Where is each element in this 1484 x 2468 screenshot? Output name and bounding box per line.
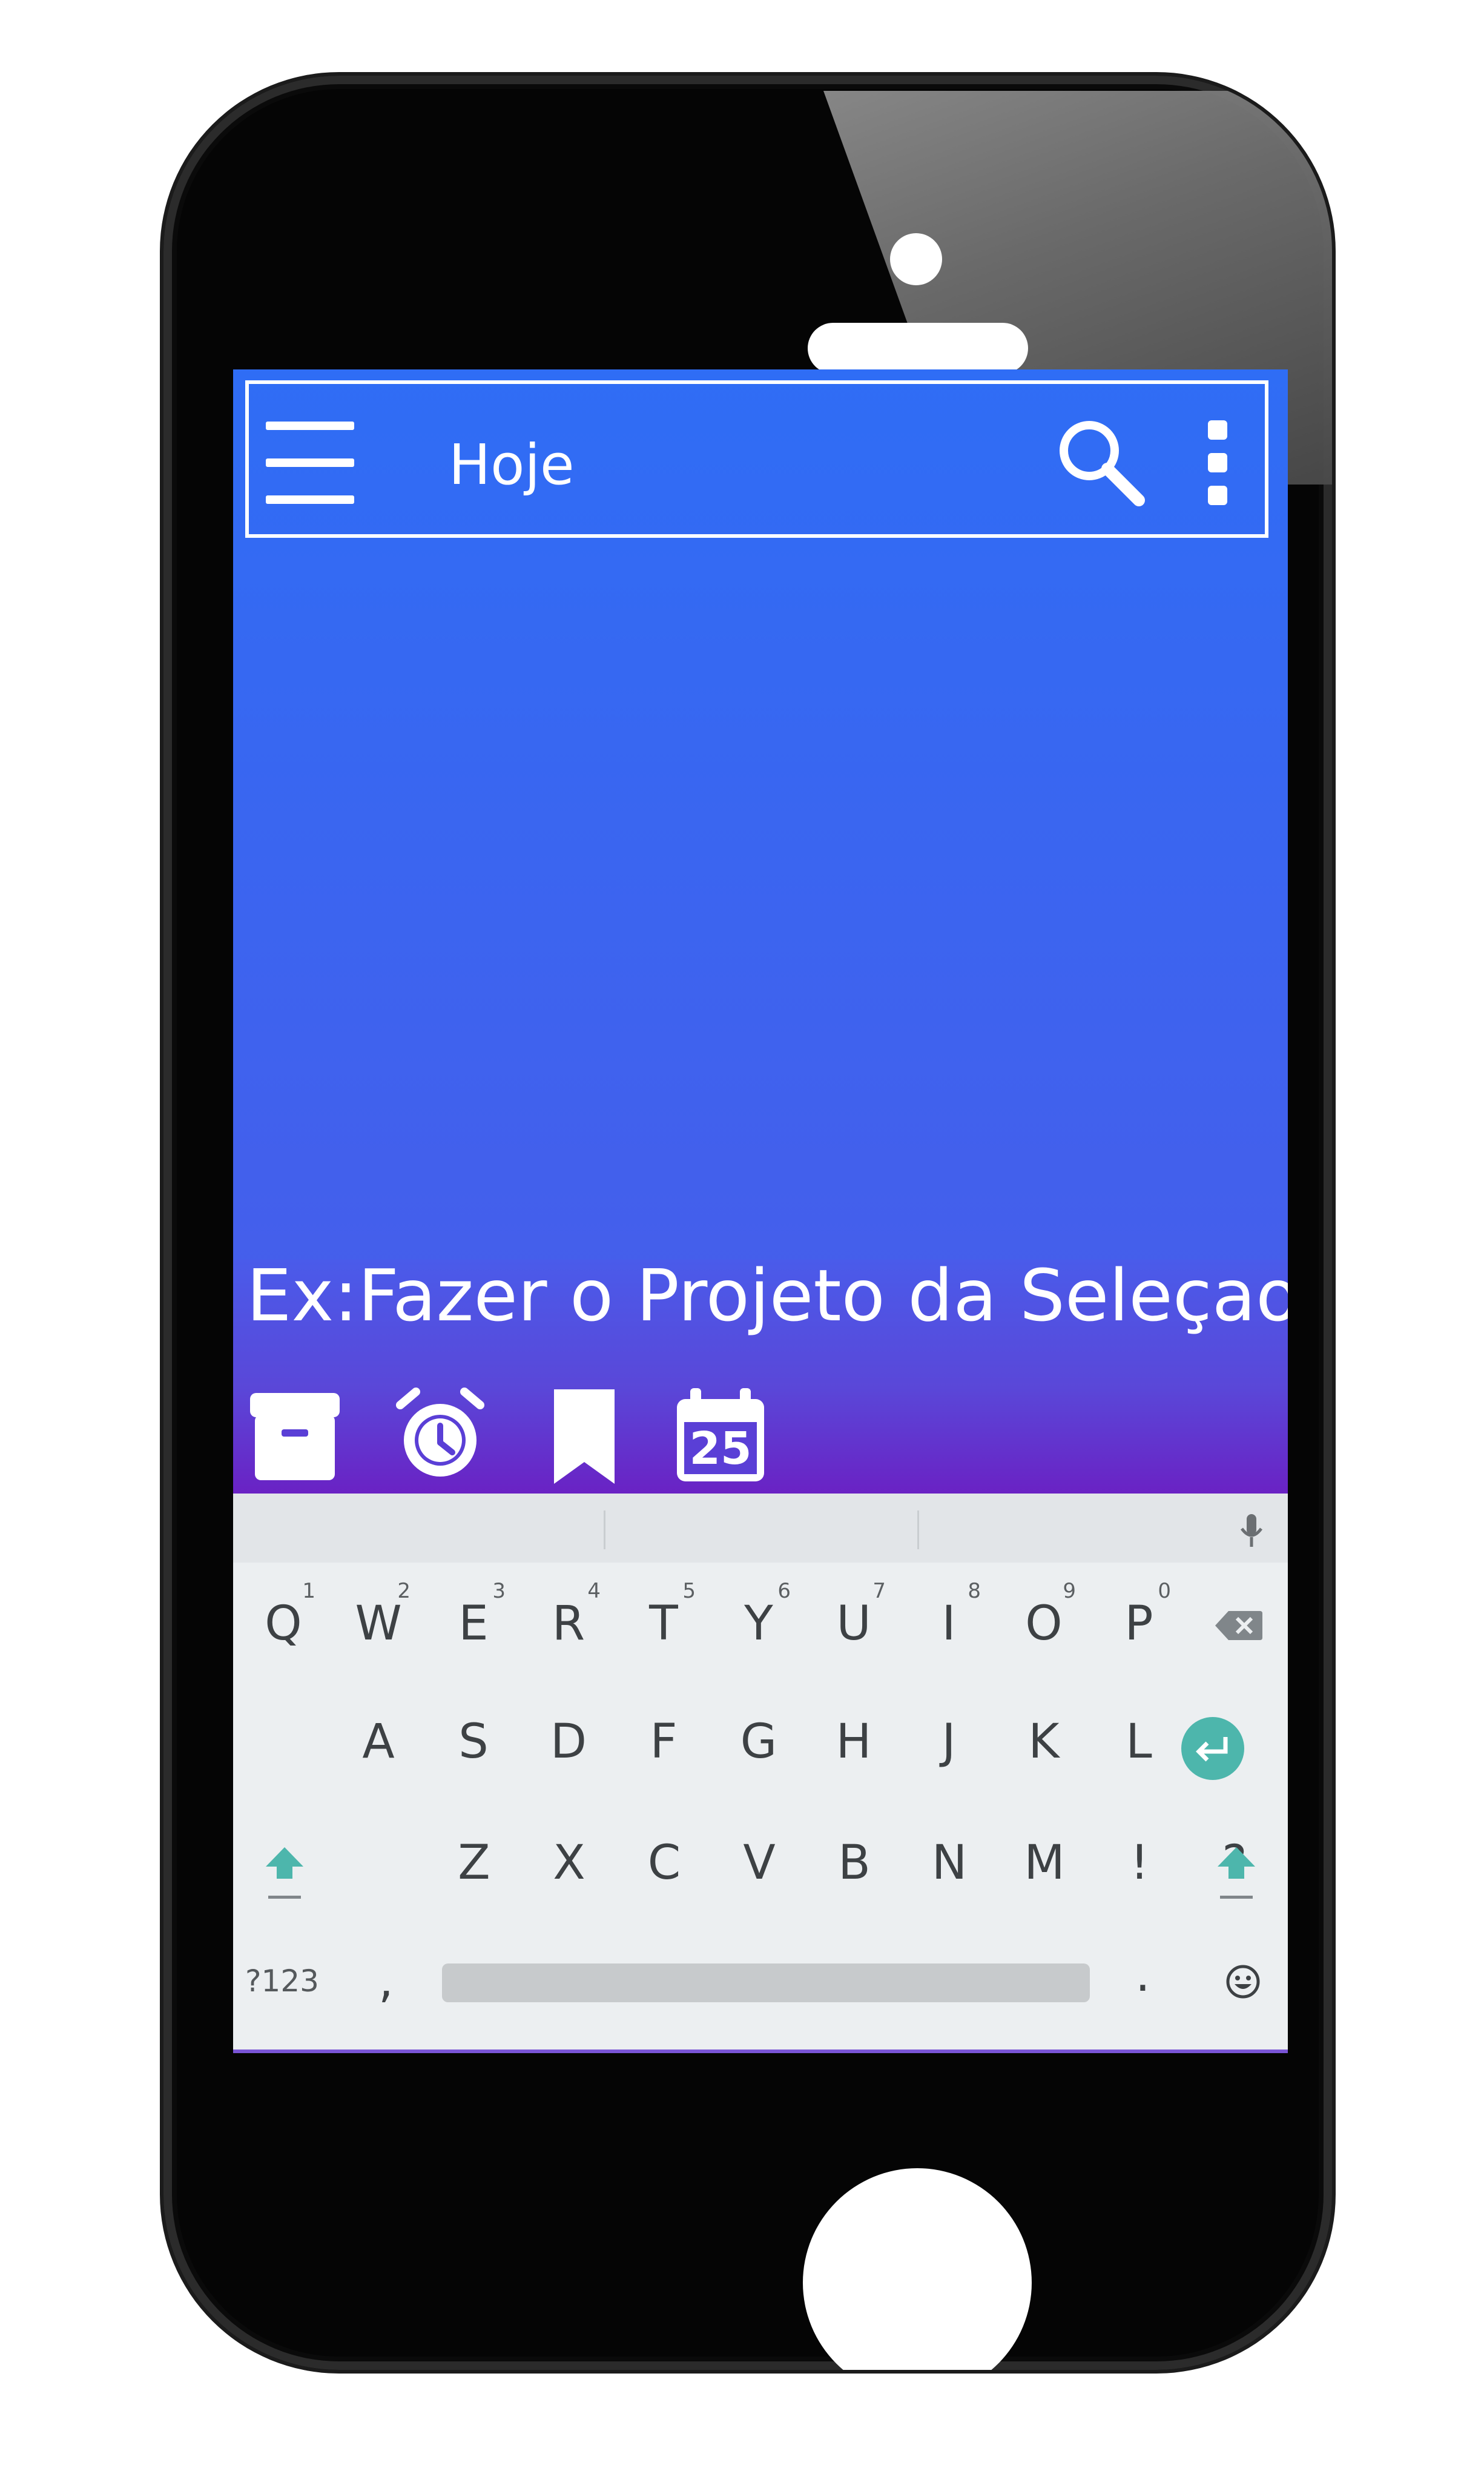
key[interactable]: V xyxy=(714,1808,805,1917)
key-label: ! xyxy=(1130,1836,1149,1890)
spacebar[interactable] xyxy=(442,1963,1090,2002)
key-label: R xyxy=(552,1596,585,1651)
soft-keyboard: Q1W2E3R4T5Y6U7I8O9P0 ASDFGHJKL Z X C V B N M!?… xyxy=(233,1494,1288,2053)
key-label: O xyxy=(1025,1596,1063,1651)
key-label: L xyxy=(1126,1715,1152,1769)
app-screen: Hoje Ex:Fazer o Projeto da Seleçao 25 Q … xyxy=(233,369,1288,2053)
key-label: J xyxy=(942,1715,956,1769)
key[interactable]: G xyxy=(713,1687,804,1796)
home-button[interactable] xyxy=(803,2168,1032,2370)
shift-icon[interactable] xyxy=(263,1845,306,1905)
key[interactable]: Z xyxy=(429,1808,519,1917)
key-label: A xyxy=(362,1715,395,1769)
task-input[interactable]: Ex:Fazer o Projeto da Seleçao xyxy=(246,1254,1288,1337)
key[interactable]: I8 xyxy=(903,1569,994,1678)
suggestion-bar xyxy=(233,1494,1288,1563)
key-hint: 4 xyxy=(587,1579,601,1603)
mic-icon[interactable] xyxy=(1238,1512,1265,1550)
key-label: Q xyxy=(265,1596,302,1651)
period-key[interactable]: . xyxy=(1135,1948,1150,2002)
key-hint: 8 xyxy=(968,1579,981,1603)
key[interactable]: Q1 xyxy=(238,1569,329,1678)
key[interactable]: T5 xyxy=(618,1569,709,1678)
key-label: G xyxy=(740,1715,777,1769)
key-label: X xyxy=(553,1836,585,1890)
key[interactable]: R4 xyxy=(523,1569,614,1678)
key[interactable]: B xyxy=(809,1808,900,1917)
key-label: V xyxy=(743,1836,776,1890)
calendar-icon[interactable]: 25 xyxy=(672,1387,769,1484)
key-label: M xyxy=(1024,1836,1065,1890)
key[interactable]: H xyxy=(808,1687,899,1796)
key[interactable]: O9 xyxy=(998,1569,1089,1678)
key-hint: 9 xyxy=(1063,1579,1076,1603)
key-label: Z xyxy=(458,1836,490,1890)
key[interactable]: ! xyxy=(1094,1808,1185,1917)
more-vertical-icon[interactable] xyxy=(1205,420,1230,505)
hamburger-menu-icon[interactable] xyxy=(266,422,354,504)
key[interactable]: M xyxy=(999,1808,1090,1917)
key-label: C xyxy=(647,1836,681,1890)
key[interactable]: J xyxy=(903,1687,994,1796)
shift-icon[interactable] xyxy=(1215,1845,1258,1905)
key[interactable]: P0 xyxy=(1093,1569,1184,1678)
bookmark-icon[interactable] xyxy=(536,1387,633,1484)
search-icon[interactable] xyxy=(1054,415,1145,506)
suggestion-divider xyxy=(604,1510,605,1549)
key[interactable]: W2 xyxy=(333,1569,424,1678)
key-label: P xyxy=(1124,1596,1153,1651)
key-hint: 7 xyxy=(872,1579,886,1603)
key[interactable]: D xyxy=(523,1687,614,1796)
key-hint: 3 xyxy=(492,1579,506,1603)
key[interactable]: L xyxy=(1093,1687,1184,1796)
key[interactable]: C xyxy=(619,1808,710,1917)
key-hint: 6 xyxy=(777,1579,791,1603)
calendar-day-number: 25 xyxy=(689,1423,752,1475)
page-title: Hoje xyxy=(449,432,575,497)
key[interactable]: S xyxy=(428,1687,519,1796)
emoji-icon[interactable] xyxy=(1225,1963,1261,2000)
suggestion-divider xyxy=(917,1510,919,1549)
key-label: E xyxy=(458,1596,489,1651)
key[interactable]: N xyxy=(904,1808,995,1917)
key-label: I xyxy=(942,1596,956,1651)
alarm-icon[interactable] xyxy=(392,1387,489,1484)
key[interactable]: F xyxy=(618,1687,709,1796)
app-bar: Hoje xyxy=(245,380,1268,538)
comma-key[interactable]: , xyxy=(378,1954,394,2008)
key-label: D xyxy=(550,1715,587,1769)
enter-icon[interactable] xyxy=(1181,1716,1245,1781)
key-label: Y xyxy=(744,1596,773,1651)
archive-icon[interactable] xyxy=(246,1387,343,1484)
key-label: F xyxy=(650,1715,678,1769)
key-hint: 2 xyxy=(397,1579,411,1603)
key[interactable]: K xyxy=(998,1687,1089,1796)
key-hint: 1 xyxy=(302,1579,315,1603)
key-label: N xyxy=(931,1836,968,1890)
key[interactable]: X xyxy=(524,1808,615,1917)
key[interactable]: E3 xyxy=(428,1569,519,1678)
key-label: K xyxy=(1028,1715,1060,1769)
key-label: T xyxy=(649,1596,678,1651)
front-camera xyxy=(890,233,942,285)
symbols-key[interactable]: ?123 xyxy=(245,1963,319,1999)
key-label: S xyxy=(458,1715,489,1769)
key-label: H xyxy=(836,1715,872,1769)
key[interactable]: Y6 xyxy=(713,1569,804,1678)
key[interactable]: A xyxy=(333,1687,424,1796)
key-label: B xyxy=(838,1836,871,1890)
key-hint: 5 xyxy=(682,1579,696,1603)
task-input-area: Ex:Fazer o Projeto da Seleçao 25 xyxy=(233,1254,1288,1494)
backspace-icon[interactable] xyxy=(1214,1609,1264,1643)
earpiece-speaker xyxy=(808,323,1028,374)
key[interactable]: U7 xyxy=(808,1569,899,1678)
key-label: U xyxy=(836,1596,871,1651)
key-hint: 0 xyxy=(1158,1579,1171,1603)
key-label: W xyxy=(355,1596,402,1651)
